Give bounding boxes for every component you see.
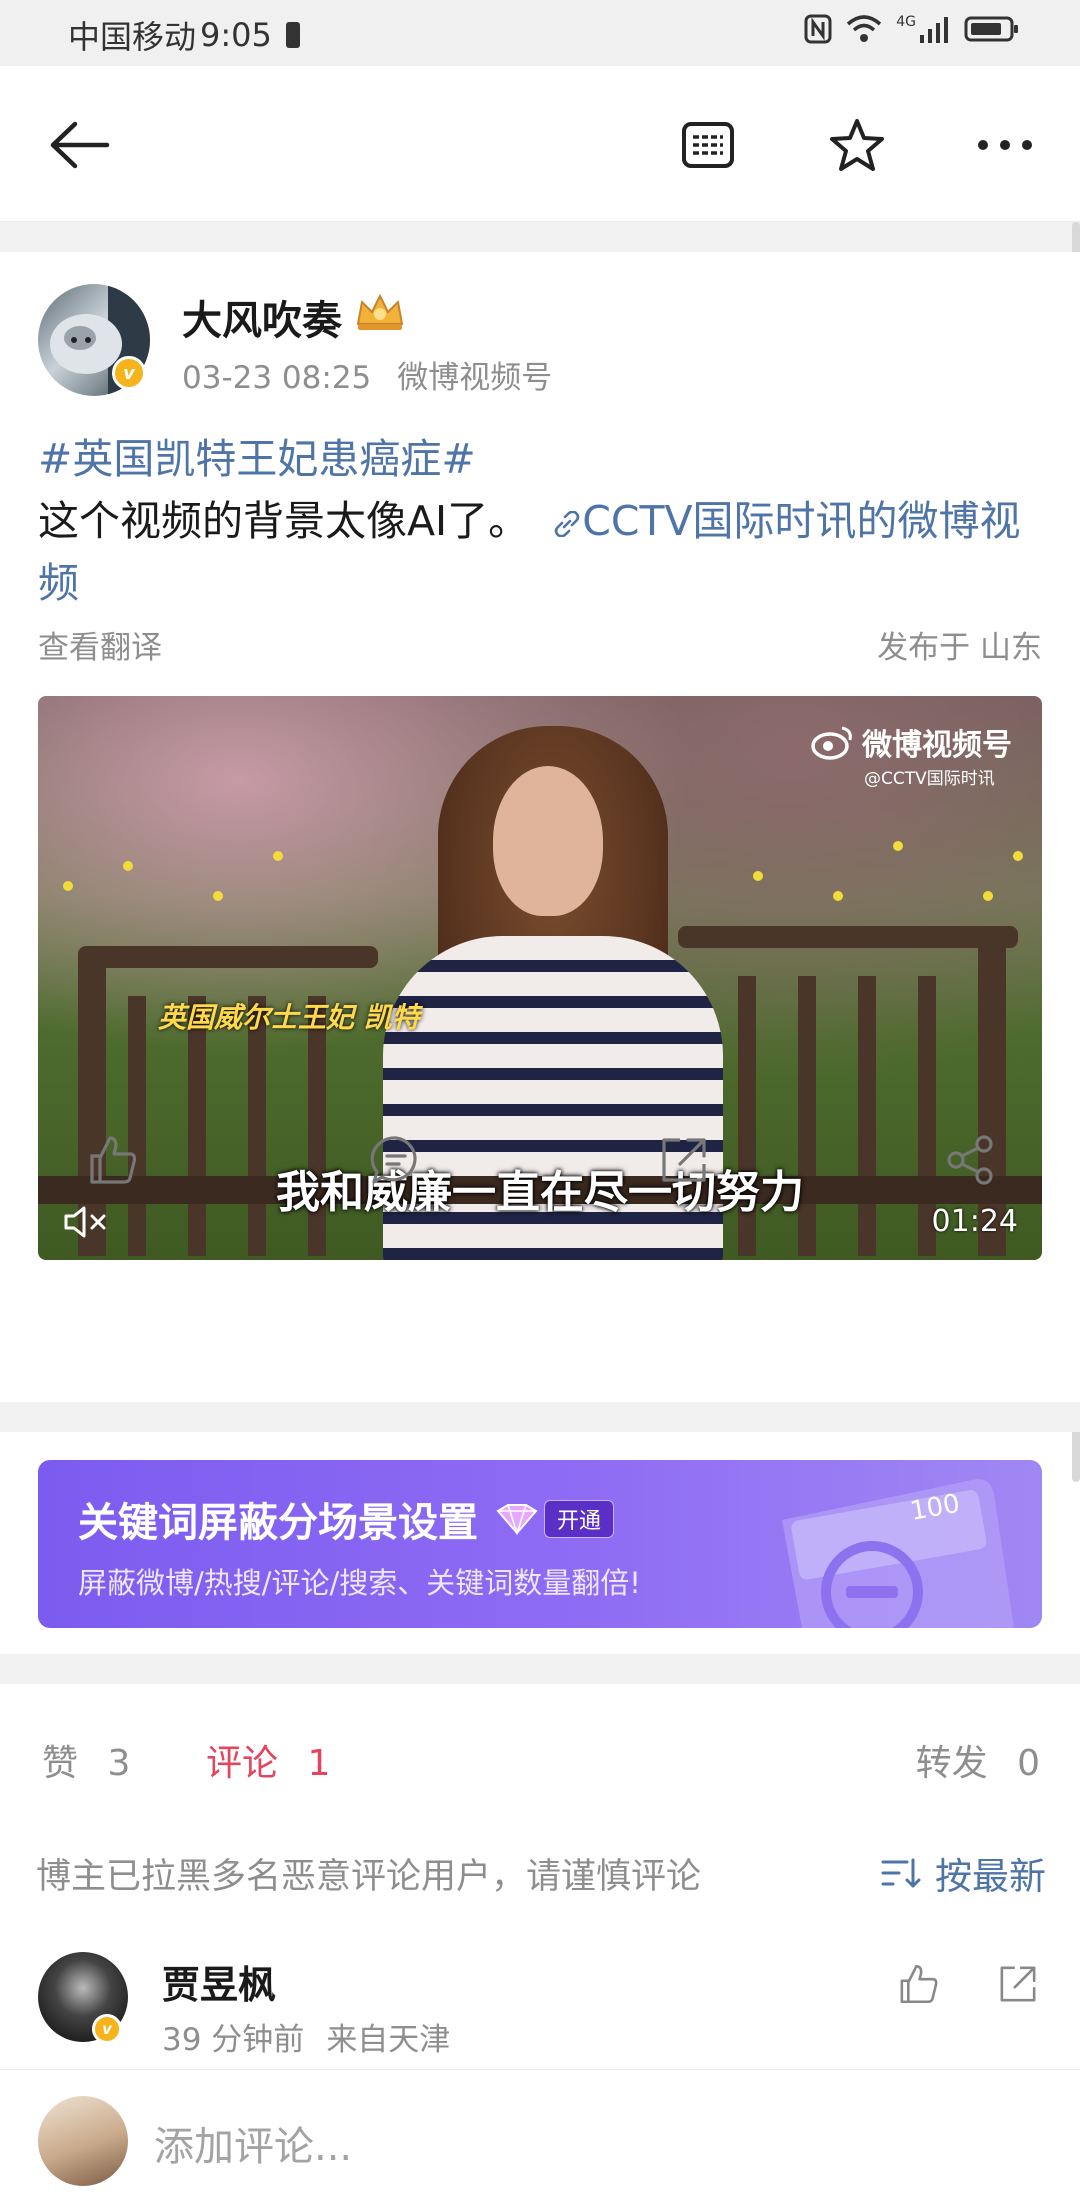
more-button[interactable]	[970, 110, 1040, 180]
share-button[interactable]	[930, 1120, 1010, 1200]
vip-diamond-icon	[496, 1504, 538, 1536]
comment-time: 39 分钟前	[162, 2022, 305, 2058]
post-actions	[0, 1120, 1080, 1210]
hashtag-link[interactable]: #英国凯特王妃患癌症#	[38, 435, 476, 483]
star-icon	[830, 119, 884, 171]
status-left: 中国移动 9:05	[68, 12, 300, 58]
comment-notice: 博主已拉黑多名恶意评论用户，请谨慎评论	[36, 1857, 702, 1897]
video-name-caption: 英国威尔士王妃 凯特	[158, 1001, 420, 1034]
comment-repost-button[interactable]	[988, 1954, 1048, 2014]
tab-likes[interactable]: 赞 3	[42, 1734, 130, 1786]
comment-input-bar: 添加评论...	[0, 2076, 1080, 2204]
network-type: 4G	[896, 14, 916, 30]
crown-icon	[356, 293, 404, 330]
weibo-logo-icon	[811, 726, 852, 760]
link-icon	[554, 510, 580, 538]
folder-block-icon: 100	[782, 1479, 1014, 1628]
comment-like-button[interactable]	[888, 1954, 948, 2014]
tab-reposts[interactable]: 转发 0	[916, 1734, 1040, 1786]
list-card-icon	[682, 122, 734, 168]
author-name[interactable]: 大风吹奏	[182, 288, 342, 346]
banner-subtitle: 屏蔽微博/热搜/评论/搜索、关键词数量翻倍!	[78, 1566, 641, 1600]
tab-comments[interactable]: 评论 1	[206, 1734, 330, 1786]
signal-icon	[920, 17, 948, 43]
back-button[interactable]	[44, 110, 114, 180]
tab-comments-count: 1	[307, 1743, 331, 1784]
keyword-block-banner[interactable]: 100 关键词屏蔽分场景设置 开通 屏蔽微博/热搜/评论/搜索、关键词数量翻倍!	[38, 1460, 1042, 1628]
watermark-handle: @CCTV国际时讯	[864, 769, 995, 789]
banner-title-row: 关键词屏蔽分场景设置 开通	[78, 1490, 615, 1548]
nfc-icon	[804, 14, 832, 44]
clock: 9:05	[200, 16, 272, 54]
status-bar: 中国移动 9:05 4G	[0, 0, 1080, 66]
my-avatar[interactable]	[38, 2096, 128, 2186]
tab-reposts-label: 转发	[915, 1743, 988, 1784]
battery-saver-icon	[285, 22, 300, 48]
share-out-icon	[662, 1138, 706, 1182]
banner-title: 关键词屏蔽分场景设置	[78, 1500, 478, 1546]
carrier: 中国移动	[68, 18, 197, 56]
like-button[interactable]	[72, 1120, 152, 1200]
sort-label: 按最新	[935, 1855, 1046, 1898]
video-watermark: 微博视频号 @CCTV国际时讯	[810, 720, 1012, 789]
tab-reposts-count: 0	[1017, 1743, 1040, 1784]
engagement-tabs: 赞 3 评论 1 转发 0	[0, 1686, 1080, 1826]
comment-item: v 贾昱枫 39 分钟前 来自天津	[0, 1940, 1080, 2070]
divider	[0, 1654, 1080, 1684]
thumbs-up-icon	[900, 1964, 938, 2004]
more-dots-icon	[978, 140, 1032, 150]
post-location: 发布于 山东	[877, 630, 1042, 666]
post-meta: 03-23 08:25 微博视频号	[182, 352, 552, 397]
repost-button[interactable]	[644, 1120, 724, 1200]
battery-icon	[964, 16, 1018, 42]
commenter-name[interactable]: 贾昱枫	[162, 1954, 276, 2009]
tab-likes-label: 赞	[42, 1743, 79, 1784]
tab-comments-label: 评论	[206, 1743, 279, 1784]
share-nodes-icon	[947, 1135, 993, 1185]
top-nav	[0, 66, 1080, 222]
open-badge[interactable]: 开通	[544, 1500, 615, 1538]
divider	[0, 1402, 1080, 1432]
comment-bubble-icon	[370, 1136, 417, 1184]
status-right: 4G	[804, 14, 1020, 44]
wifi-icon	[847, 15, 882, 42]
favorite-button[interactable]	[822, 110, 892, 180]
post-sub-row: 查看翻译 发布于 山东	[38, 622, 1042, 667]
translate-link[interactable]: 查看翻译	[38, 622, 162, 667]
post-time: 03-23 08:25	[182, 360, 372, 396]
comment-button[interactable]	[356, 1120, 436, 1200]
verified-badge-icon: v	[112, 356, 146, 390]
weibo-post: v 大风吹奏 03-23 08:25 微博视频号 #英国凯特王妃患癌症# 这个视频…	[0, 252, 1080, 1402]
comment-input[interactable]: 添加评论...	[154, 2114, 352, 2172]
mute-button[interactable]	[62, 1204, 108, 1244]
tab-likes-count: 3	[107, 1743, 131, 1784]
post-text: 这个视频的背景太像AI了。	[38, 497, 530, 545]
thumbs-up-icon	[90, 1136, 137, 1184]
sort-button[interactable]: 按最新	[881, 1846, 1046, 1900]
reader-mode-button[interactable]	[673, 110, 743, 180]
post-source[interactable]: 微博视频号	[397, 360, 552, 396]
divider	[0, 222, 1080, 252]
verified-badge-icon: v	[92, 2014, 122, 2044]
watermark-title: 微博视频号	[862, 728, 1012, 763]
comment-location: 来自天津	[326, 2022, 451, 2058]
comment-meta: 39 分钟前 来自天津	[162, 2014, 450, 2059]
post-body: #英国凯特王妃患癌症# 这个视频的背景太像AI了。 CCTV国际时讯的微博视频	[38, 428, 1048, 614]
share-out-icon	[1000, 1966, 1036, 2002]
back-arrow-icon	[50, 121, 110, 169]
comment-notice-row: 博主已拉黑多名恶意评论用户，请谨慎评论 按最新	[0, 1818, 1080, 1918]
sort-icon	[881, 1858, 921, 1888]
